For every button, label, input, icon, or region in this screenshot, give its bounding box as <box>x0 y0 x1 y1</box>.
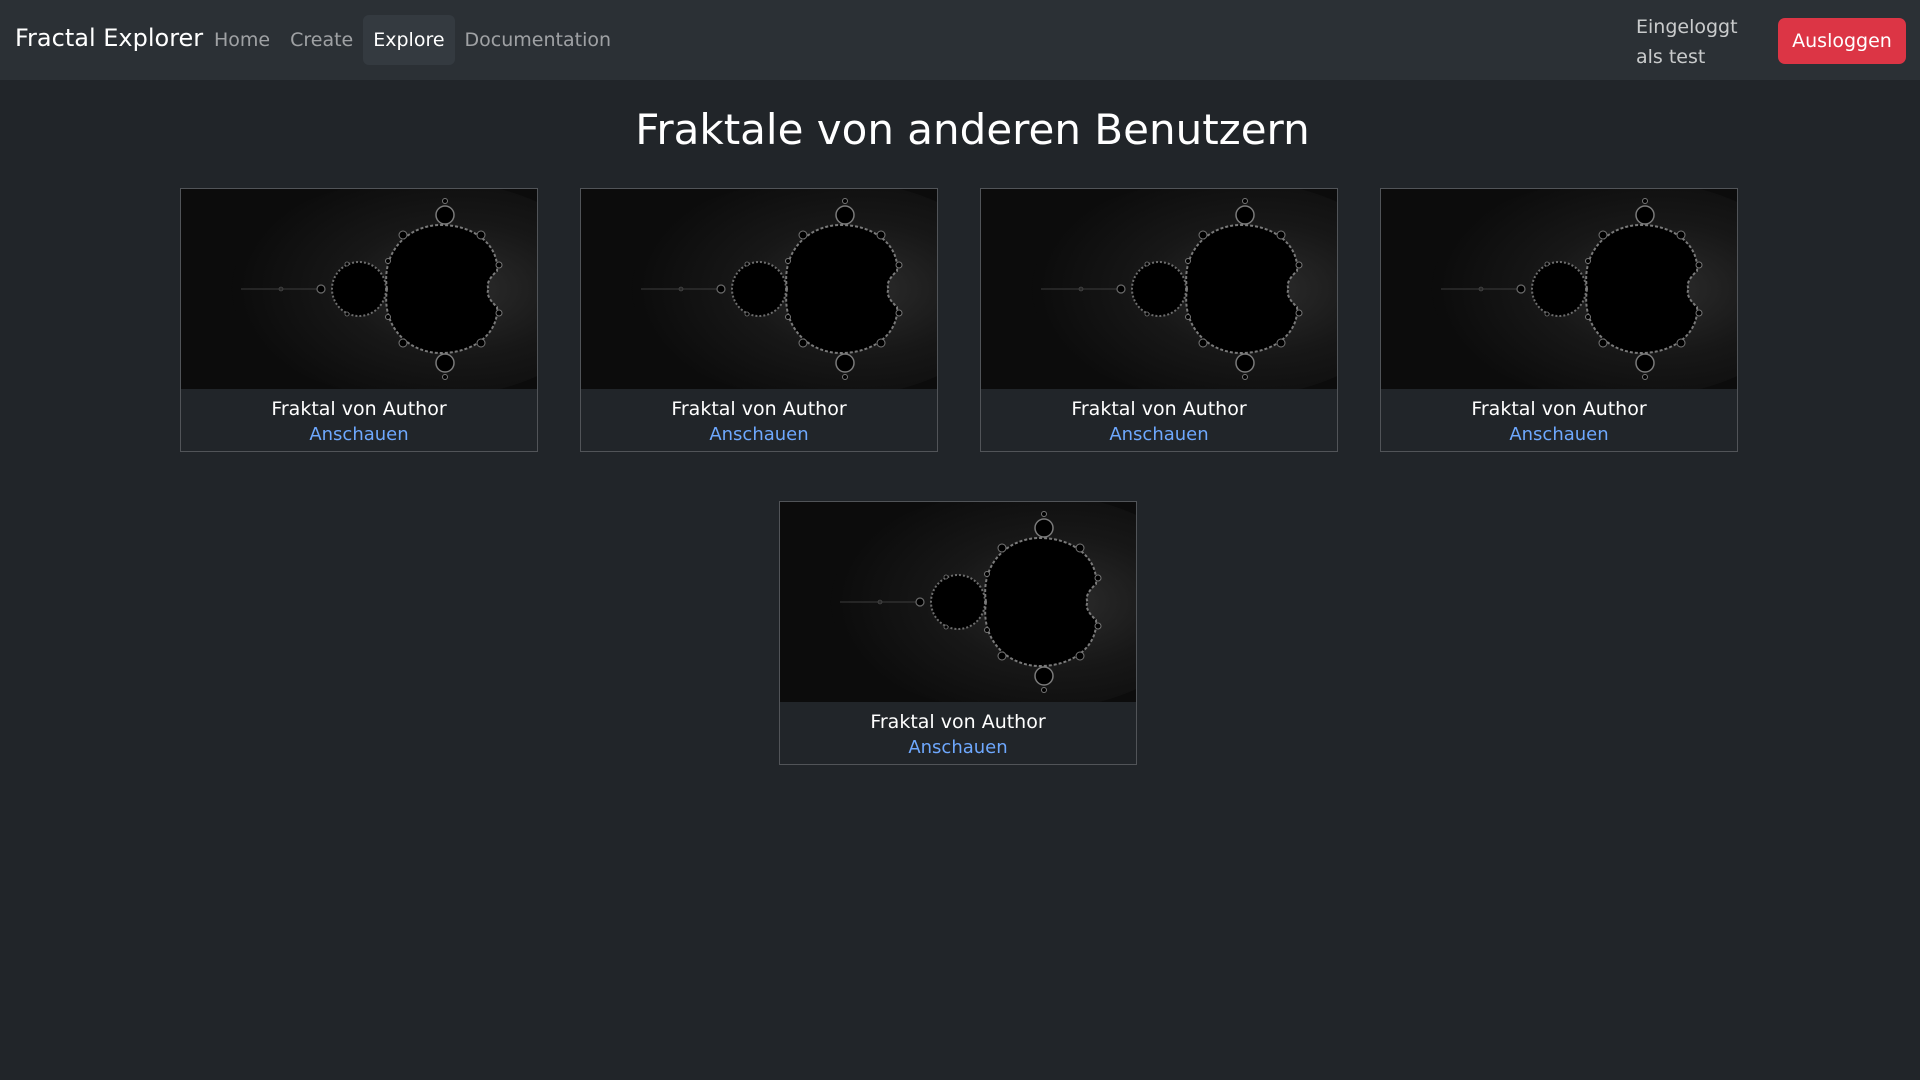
nav-links: Home Create Explore Documentation <box>204 15 621 65</box>
nav-link-explore[interactable]: Explore <box>363 15 455 65</box>
logout-button[interactable]: Ausloggen <box>1778 18 1906 64</box>
card-body: Fraktal von Author Anschauen <box>981 389 1337 451</box>
fractal-card: Fraktal von Author Anschauen <box>180 188 538 452</box>
card-title: Fraktal von Author <box>1471 398 1647 420</box>
view-fractal-link[interactable]: Anschauen <box>1109 422 1208 448</box>
nav-link-home[interactable]: Home <box>204 15 280 65</box>
view-fractal-link[interactable]: Anschauen <box>908 735 1007 761</box>
card-title: Fraktal von Author <box>870 711 1046 733</box>
card-body: Fraktal von Author Anschauen <box>780 702 1136 764</box>
view-fractal-link[interactable]: Anschauen <box>709 422 808 448</box>
fractal-card: Fraktal von Author Anschauen <box>580 188 938 452</box>
fractal-thumbnail[interactable] <box>1381 189 1737 389</box>
view-fractal-link[interactable]: Anschauen <box>309 422 408 448</box>
card-title: Fraktal von Author <box>1071 398 1247 420</box>
logged-in-status: Eingeloggt als test <box>1636 16 1738 68</box>
fractal-thumbnail[interactable] <box>780 502 1136 702</box>
brand-logo-link[interactable]: Fractal Explorer <box>15 24 203 52</box>
page-title: Fraktale von anderen Benutzern <box>635 105 1310 154</box>
top-navbar: Fractal Explorer Home Create Explore Doc… <box>0 0 1920 80</box>
nav-link-create[interactable]: Create <box>280 15 363 65</box>
fractal-thumbnail[interactable] <box>581 189 937 389</box>
fractal-card: Fraktal von Author Anschauen <box>980 188 1338 452</box>
card-body: Fraktal von Author Anschauen <box>1381 389 1737 451</box>
fractal-thumbnail[interactable] <box>181 189 537 389</box>
card-title: Fraktal von Author <box>671 398 847 420</box>
card-body: Fraktal von Author Anschauen <box>581 389 937 451</box>
fractal-card: Fraktal von Author Anschauen <box>1380 188 1738 452</box>
card-body: Fraktal von Author Anschauen <box>181 389 537 451</box>
fractal-card: Fraktal von Author Anschauen <box>779 501 1137 765</box>
view-fractal-link[interactable]: Anschauen <box>1509 422 1608 448</box>
nav-link-documentation[interactable]: Documentation <box>455 15 621 65</box>
card-title: Fraktal von Author <box>271 398 447 420</box>
fractal-thumbnail[interactable] <box>981 189 1337 389</box>
